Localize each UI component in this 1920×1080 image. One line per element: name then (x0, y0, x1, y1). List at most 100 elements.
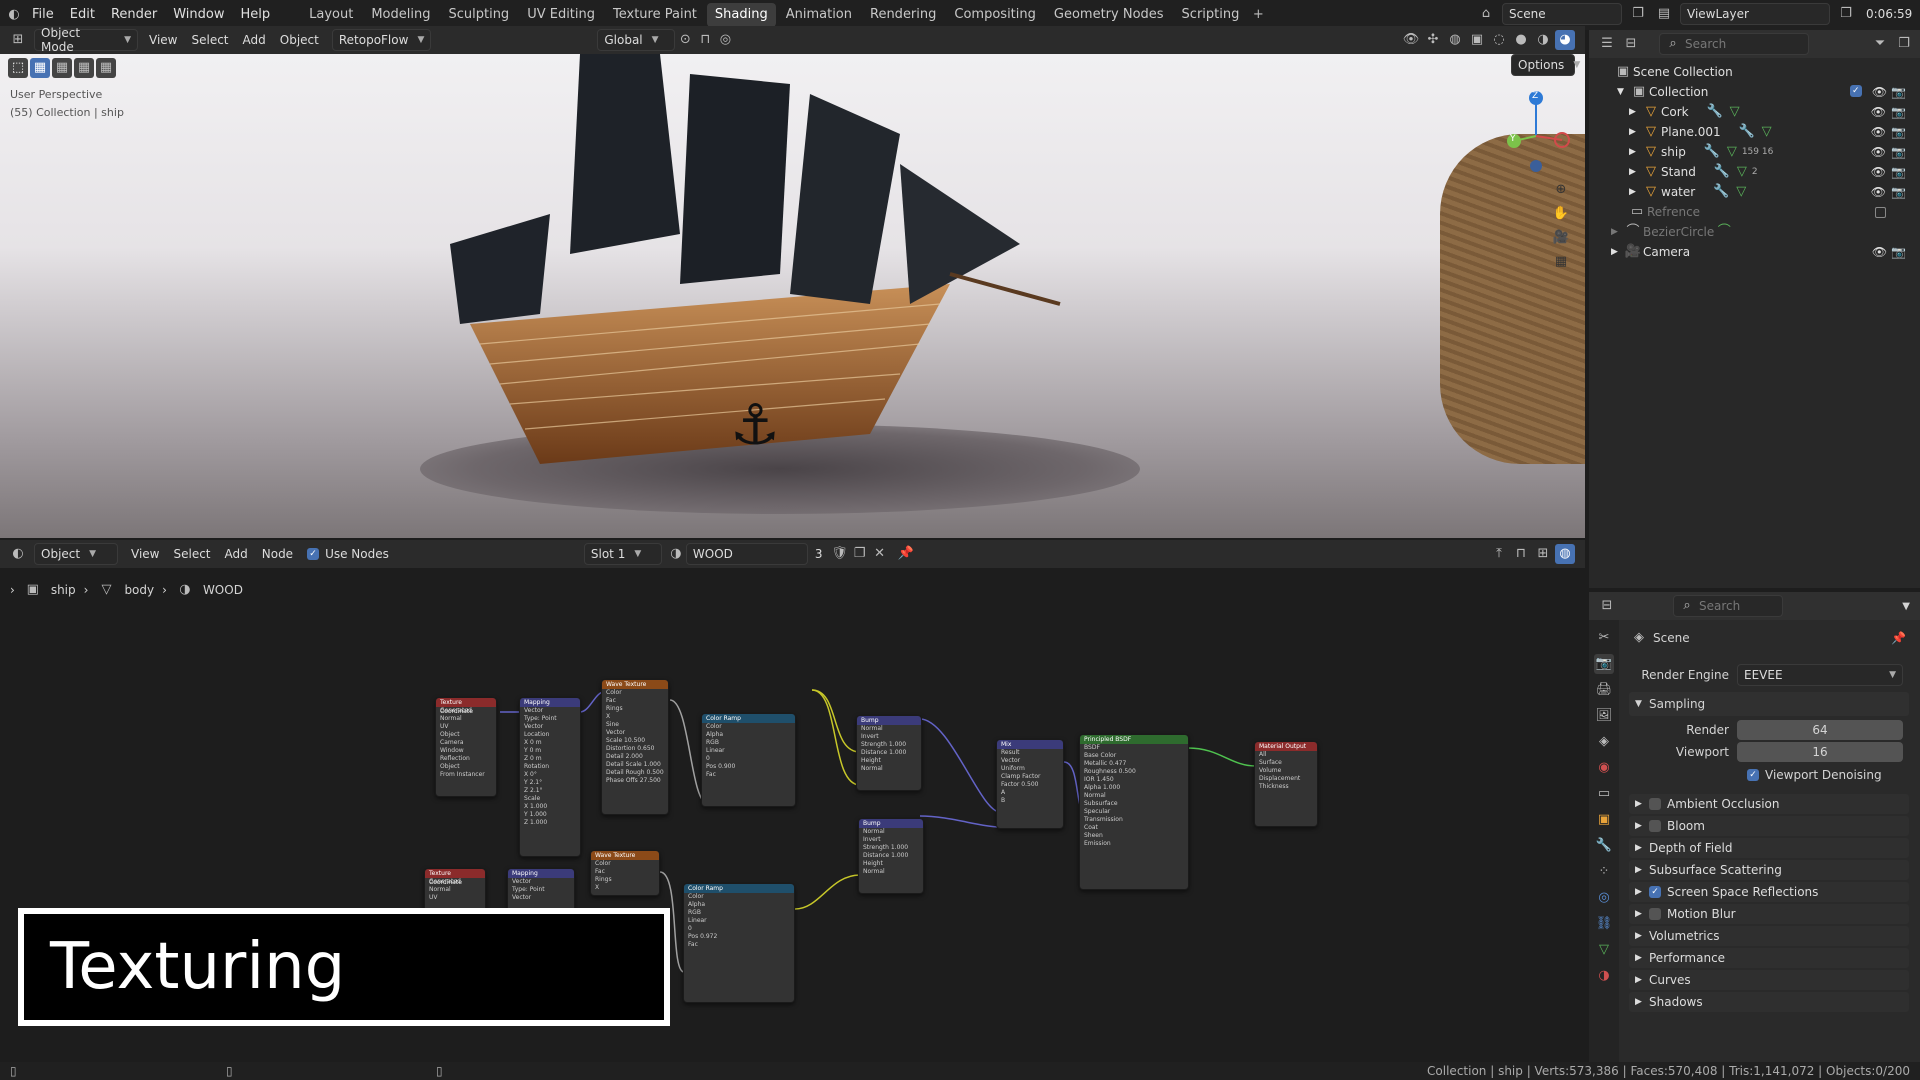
rendered-shading-icon[interactable]: ◕ (1555, 30, 1575, 50)
node-color-ramp[interactable]: Color Ramp Color Alpha RGB Linear 0 Pos 0.900 F… (701, 713, 796, 807)
properties-editor-icon[interactable]: ⊟ (1597, 596, 1617, 616)
render-tab-icon[interactable]: 📷 (1594, 654, 1614, 674)
navigation-gizmo[interactable]: Z Y (1496, 86, 1585, 186)
sampling-panel-header[interactable]: ▼ Sampling (1629, 692, 1909, 716)
refrence-checkbox[interactable] (1875, 206, 1886, 218)
eye-icon[interactable]: 👁 (1871, 165, 1886, 179)
node-color-ramp[interactable]: Color Ramp Color Alpha RGB Linear 0 Pos 0.972 F… (683, 883, 795, 1003)
eye-icon[interactable]: 👁 (1871, 105, 1886, 119)
node-bump[interactable]: Bump Normal Invert Strength 1.000 Distance 1… (856, 715, 922, 791)
select-box-icon[interactable]: ▦ (30, 58, 50, 78)
node-menu-select[interactable]: Select (166, 543, 217, 565)
filter-icon[interactable]: ⏷ (1870, 34, 1890, 54)
snap-icon[interactable]: ⊓ (695, 30, 715, 50)
tab-uv-editing[interactable]: UV Editing (519, 3, 603, 27)
editor-type-icon[interactable]: ⊞ (8, 30, 28, 50)
mode-dropdown[interactable]: Object Mode ▼ (34, 26, 138, 54)
render-camera-icon[interactable]: 📷 (1891, 185, 1906, 199)
node-bump[interactable]: Bump Normal Invert Strength 1.000 Distance 1… (858, 818, 924, 894)
panel-checkbox[interactable]: ✓ (1649, 886, 1661, 898)
view-layer-tab-icon[interactable]: 🖼 (1594, 706, 1614, 726)
shader-type-dropdown[interactable]: Object ▼ (34, 543, 118, 565)
node-mapping[interactable]: Mapping Vector Type: Point Vector Location X … (519, 697, 581, 857)
particles-tab-icon[interactable]: ⁘ (1594, 862, 1614, 882)
panel-motion-blur[interactable]: ▶ Motion Blur (1629, 904, 1909, 924)
panel-curves[interactable]: ▶ Curves (1629, 970, 1909, 990)
new-scene-icon[interactable]: ❐ (1628, 4, 1648, 24)
world-tab-icon[interactable]: ◉ (1594, 758, 1614, 778)
expand-arrow-icon[interactable]: ▶ (1629, 167, 1641, 177)
scene-selector[interactable]: Scene (1502, 3, 1622, 25)
panel-ambient-occlusion[interactable]: ▶ Ambient Occlusion (1629, 794, 1909, 814)
eye-icon[interactable]: 👁 (1872, 245, 1887, 259)
collection-tab-icon[interactable]: ▭ (1594, 784, 1614, 804)
data-tab-icon[interactable]: ▽ (1594, 940, 1614, 960)
node-editor-type-icon[interactable]: ◐ (8, 544, 28, 564)
expand-arrow-icon[interactable]: ▼ (1617, 87, 1629, 97)
panel-screen-space-reflections[interactable]: ▶ ✓ Screen Space Reflections (1629, 882, 1909, 902)
render-camera-icon[interactable]: 📷 (1891, 245, 1906, 259)
panel-checkbox[interactable] (1649, 908, 1661, 920)
viewport-menu-object[interactable]: Object (273, 29, 326, 51)
panel-subsurface-scattering[interactable]: ▶ Subsurface Scattering (1629, 860, 1909, 880)
tab-sculpting[interactable]: Sculpting (440, 3, 517, 27)
viewport-denoising-row[interactable]: ✓ Viewport Denoising (1747, 768, 1882, 782)
retopoflow-dropdown[interactable]: RetopoFlow ▼ (331, 29, 432, 51)
3d-viewport[interactable]: ⬚ ▦ ▦ ▦ ▦ User Perspective (55) Collecti… (0, 54, 1585, 538)
node-wave-texture[interactable]: Wave Texture Color Fac Rings X (590, 850, 660, 896)
overlay-icon[interactable]: ◍ (1445, 30, 1465, 50)
outliner-search[interactable]: ⌕ Search (1659, 33, 1809, 55)
panel-bloom[interactable]: ▶ Bloom (1629, 816, 1909, 836)
node-menu-node[interactable]: Node (255, 543, 300, 565)
blender-logo-icon[interactable]: ◐ (4, 5, 24, 25)
options-button[interactable]: Options ▼ (1511, 54, 1580, 76)
user-count[interactable]: 3 (808, 543, 830, 565)
expand-arrow-icon[interactable]: ▶ (1611, 227, 1623, 237)
scene-tab-icon[interactable]: ◈ (1594, 732, 1614, 752)
pin-icon[interactable]: 📌 (1891, 631, 1906, 645)
use-nodes-toggle[interactable]: ✓ Use Nodes (300, 543, 396, 565)
add-workspace-icon[interactable]: + (1248, 5, 1268, 25)
outliner-item-water[interactable]: ▶ ▽ water 🔧 ▽ 👁 📷 (1589, 182, 1920, 202)
render-camera-icon[interactable]: 📷 (1891, 165, 1906, 179)
node-principled-bsdf[interactable]: Principled BSDF BSDF Base Color Metallic 0.… (1079, 734, 1189, 890)
tab-animation[interactable]: Animation (778, 3, 860, 27)
tab-layout[interactable]: Layout (301, 3, 361, 27)
material-name-field[interactable]: WOOD (685, 543, 808, 565)
tweak-tool-icon[interactable]: ⬚ (8, 58, 28, 78)
select-subtract-icon[interactable]: ▦ (74, 58, 94, 78)
zoom-icon[interactable]: ⊕ (1551, 180, 1571, 200)
node-mix[interactable]: Mix Result Vector Uniform Clamp Factor Factor… (996, 739, 1064, 829)
outliner-item-stand[interactable]: ▶ ▽ Stand 🔧 ▽ 2 👁 📷 (1589, 162, 1920, 182)
parent-node-tree-icon[interactable]: ⤒ (1489, 544, 1509, 564)
new-collection-icon[interactable]: ❐ (1894, 34, 1914, 54)
xray-icon[interactable]: ▣ (1467, 30, 1487, 50)
tab-scripting[interactable]: Scripting (1174, 3, 1248, 27)
ortho-grid-icon[interactable]: ▦ (1551, 252, 1571, 272)
eye-icon[interactable]: 👁 (1872, 85, 1887, 99)
expand-arrow-icon[interactable]: ▶ (1629, 127, 1641, 137)
chevron-down-icon[interactable]: ▼ (1902, 601, 1910, 612)
object-tab-icon[interactable]: ▣ (1594, 810, 1614, 830)
node-menu-view[interactable]: View (124, 543, 166, 565)
eye-icon[interactable]: 👁 (1871, 125, 1886, 139)
solid-shading-icon[interactable]: ● (1511, 30, 1531, 50)
beziercircle-row[interactable]: ▶ ⌒ BezierCircle ⌒ (1589, 222, 1920, 242)
pan-hand-icon[interactable]: ✋ (1551, 204, 1571, 224)
eye-icon[interactable]: 👁 (1871, 185, 1886, 199)
material-tab-icon[interactable]: ◑ (1594, 966, 1614, 986)
viewport-menu-select[interactable]: Select (184, 29, 235, 51)
outliner-editor-icon[interactable]: ☰ (1597, 34, 1617, 54)
new-view-layer-icon[interactable]: ❐ (1836, 4, 1856, 24)
properties-search[interactable]: ⌕ Search (1673, 595, 1783, 617)
tab-shading[interactable]: Shading (706, 3, 776, 27)
viewport-denoising-checkbox[interactable]: ✓ (1747, 769, 1759, 781)
overlay-icon[interactable]: ◍ (1555, 544, 1575, 564)
outliner-item-plane001[interactable]: ▶ ▽ Plane.001 🔧 ▽ 👁 📷 (1589, 122, 1920, 142)
outliner-item-cork[interactable]: ▶ ▽ Cork 🔧 ▽ 👁 📷 (1589, 102, 1920, 122)
panel-depth-of-field[interactable]: ▶ Depth of Field (1629, 838, 1909, 858)
wireframe-shading-icon[interactable]: ◌ (1489, 30, 1509, 50)
viewport-samples-field[interactable]: 16 (1737, 742, 1903, 762)
render-camera-icon[interactable]: 📷 (1891, 85, 1906, 99)
material-icon[interactable]: ◑ (666, 544, 686, 564)
